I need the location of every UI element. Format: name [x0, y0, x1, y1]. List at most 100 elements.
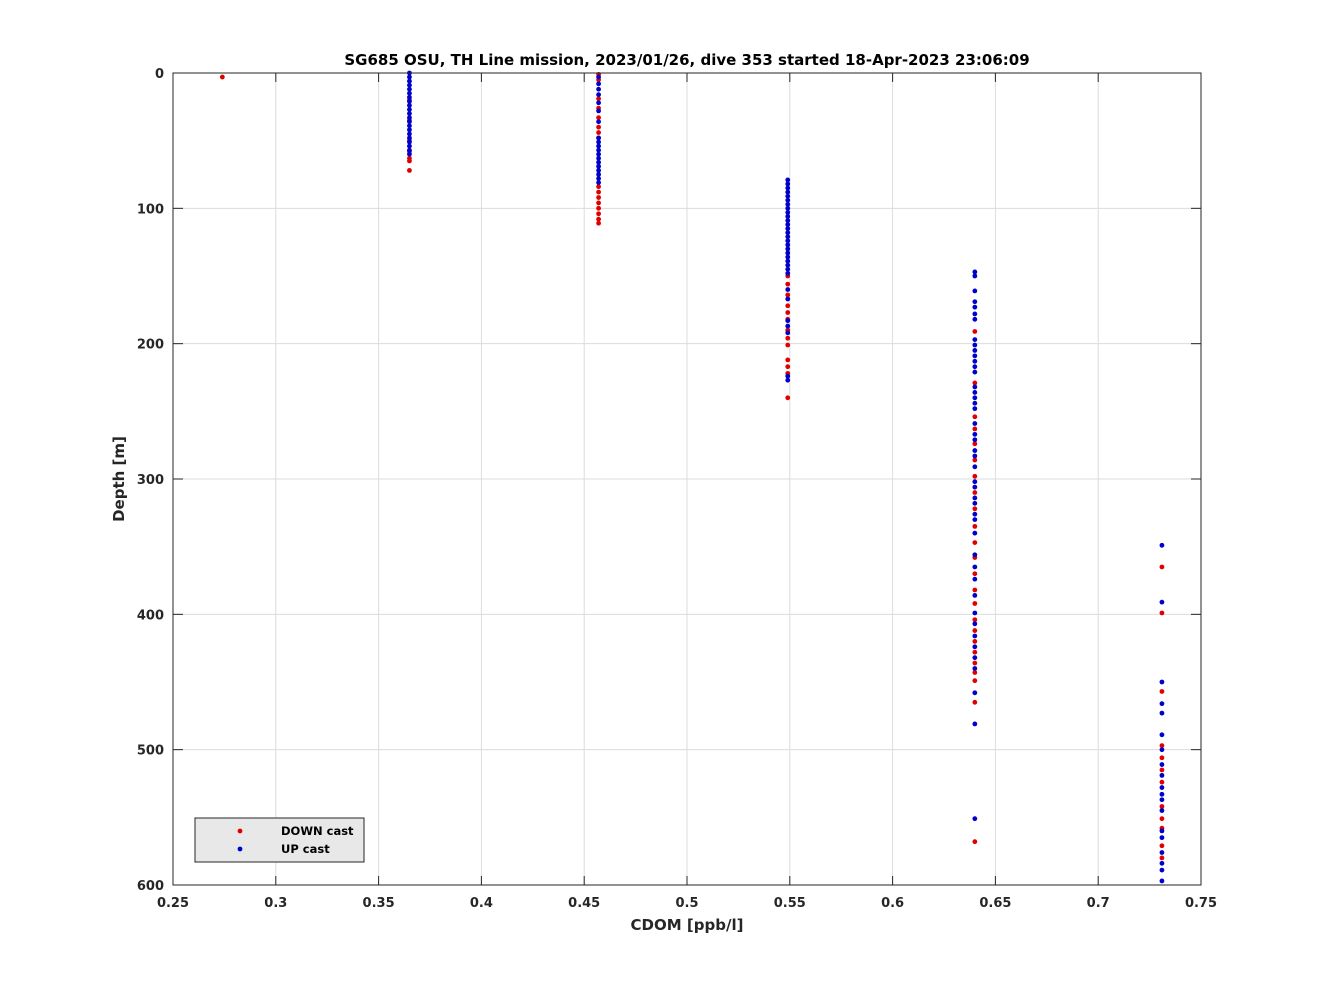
- up-cast-point: [972, 592, 978, 598]
- x-axis-label: CDOM [ppb/l]: [631, 916, 744, 934]
- up-cast-point: [972, 610, 978, 616]
- y-tick-label: 100: [137, 202, 164, 217]
- y-tick-label: 500: [137, 744, 164, 759]
- down-cast-point: [596, 220, 601, 226]
- down-cast-point: [596, 124, 601, 130]
- legend-marker-up-cast: [237, 846, 243, 852]
- up-cast-point: [596, 92, 601, 98]
- y-tick-label: 300: [137, 473, 164, 488]
- up-cast-point: [596, 100, 601, 106]
- up-cast-point: [596, 119, 601, 125]
- up-cast-point: [972, 406, 978, 412]
- down-cast-point: [1159, 816, 1165, 822]
- down-cast-point: [1159, 689, 1165, 694]
- y-tick-label: 200: [137, 338, 164, 353]
- up-cast-point: [1159, 785, 1165, 790]
- down-cast-point: [785, 281, 791, 287]
- down-cast-point: [972, 329, 978, 334]
- up-cast-point: [972, 316, 978, 322]
- up-cast-point: [1159, 860, 1165, 866]
- up-cast-point: [972, 633, 978, 639]
- up-cast-point: [407, 151, 412, 157]
- up-cast-point: [972, 389, 978, 395]
- up-cast-point: [972, 304, 978, 310]
- up-cast-point: [596, 74, 601, 80]
- up-cast-point: [1159, 772, 1165, 778]
- up-cast-point: [972, 273, 978, 279]
- down-cast-point: [972, 699, 978, 705]
- up-cast-point: [972, 644, 978, 650]
- up-cast-point: [972, 421, 978, 426]
- up-cast-point: [972, 464, 978, 470]
- down-cast-point: [596, 130, 601, 135]
- legend-label-up-cast: UP cast: [281, 842, 330, 856]
- up-cast-point: [1159, 762, 1165, 767]
- up-cast-point: [972, 364, 978, 370]
- down-cast-point: [785, 357, 791, 363]
- down-cast-point: [596, 189, 601, 195]
- down-cast-point: [972, 628, 978, 633]
- legend-label-down-cast: DOWN cast: [281, 824, 354, 838]
- x-tick-label: 0.3: [264, 896, 287, 911]
- up-cast-point: [1159, 542, 1165, 548]
- down-cast-point: [972, 587, 978, 593]
- up-cast-point: [596, 81, 601, 87]
- x-tick-label: 0.55: [774, 896, 806, 911]
- x-tick-label: 0.45: [568, 896, 600, 911]
- down-cast-point: [972, 649, 978, 655]
- up-cast-point: [972, 288, 978, 294]
- up-cast-point: [1159, 835, 1165, 841]
- down-cast-point: [972, 678, 978, 684]
- up-cast-point: [785, 330, 791, 336]
- down-cast-point: [785, 364, 791, 370]
- down-cast-point: [407, 158, 412, 164]
- down-cast-point: [1159, 779, 1165, 785]
- down-cast-point: [972, 473, 978, 479]
- x-tick-label: 0.75: [1185, 896, 1217, 911]
- up-cast-point: [972, 530, 978, 536]
- up-cast-point: [972, 721, 978, 727]
- up-cast-point: [972, 448, 978, 453]
- down-cast-point: [972, 571, 978, 577]
- down-cast-point: [1159, 610, 1165, 616]
- down-cast-point: [972, 414, 978, 420]
- x-tick-label: 0.7: [1087, 896, 1110, 911]
- up-cast-point: [1159, 791, 1165, 797]
- down-cast-point: [785, 303, 791, 309]
- down-cast-point: [972, 506, 978, 512]
- up-cast-point: [972, 437, 978, 443]
- down-cast-point: [972, 839, 978, 845]
- down-cast-point: [1159, 855, 1165, 861]
- up-cast-point: [972, 655, 978, 661]
- up-cast-point: [1159, 828, 1165, 834]
- down-cast-point: [972, 660, 978, 666]
- up-cast-point: [972, 337, 978, 343]
- up-cast-point: [972, 479, 978, 485]
- x-tick-label: 0.6: [881, 896, 904, 911]
- down-cast-point: [596, 205, 601, 211]
- down-cast-point: [1159, 564, 1165, 570]
- x-tick-label: 0.35: [363, 896, 395, 911]
- down-cast-point: [785, 335, 791, 341]
- y-axis-label: Depth [m]: [110, 436, 128, 522]
- up-cast-point: [972, 358, 978, 364]
- down-cast-point: [1159, 767, 1165, 773]
- up-cast-point: [972, 431, 978, 437]
- down-cast-point: [972, 601, 978, 606]
- up-cast-point: [972, 564, 978, 570]
- up-cast-point: [596, 108, 601, 114]
- down-cast-point: [596, 211, 601, 217]
- up-cast-point: [596, 180, 601, 186]
- up-cast-point: [1159, 808, 1165, 813]
- up-cast-point: [972, 690, 978, 696]
- up-cast-point: [972, 576, 978, 582]
- up-cast-point: [1159, 732, 1165, 738]
- up-cast-point: [785, 287, 791, 292]
- up-cast-point: [972, 384, 978, 390]
- down-cast-point: [596, 200, 601, 206]
- down-cast-point: [407, 168, 412, 173]
- down-cast-point: [596, 195, 601, 200]
- y-tick-label: 400: [137, 608, 164, 623]
- down-cast-point: [972, 540, 978, 546]
- down-cast-point: [1159, 755, 1165, 761]
